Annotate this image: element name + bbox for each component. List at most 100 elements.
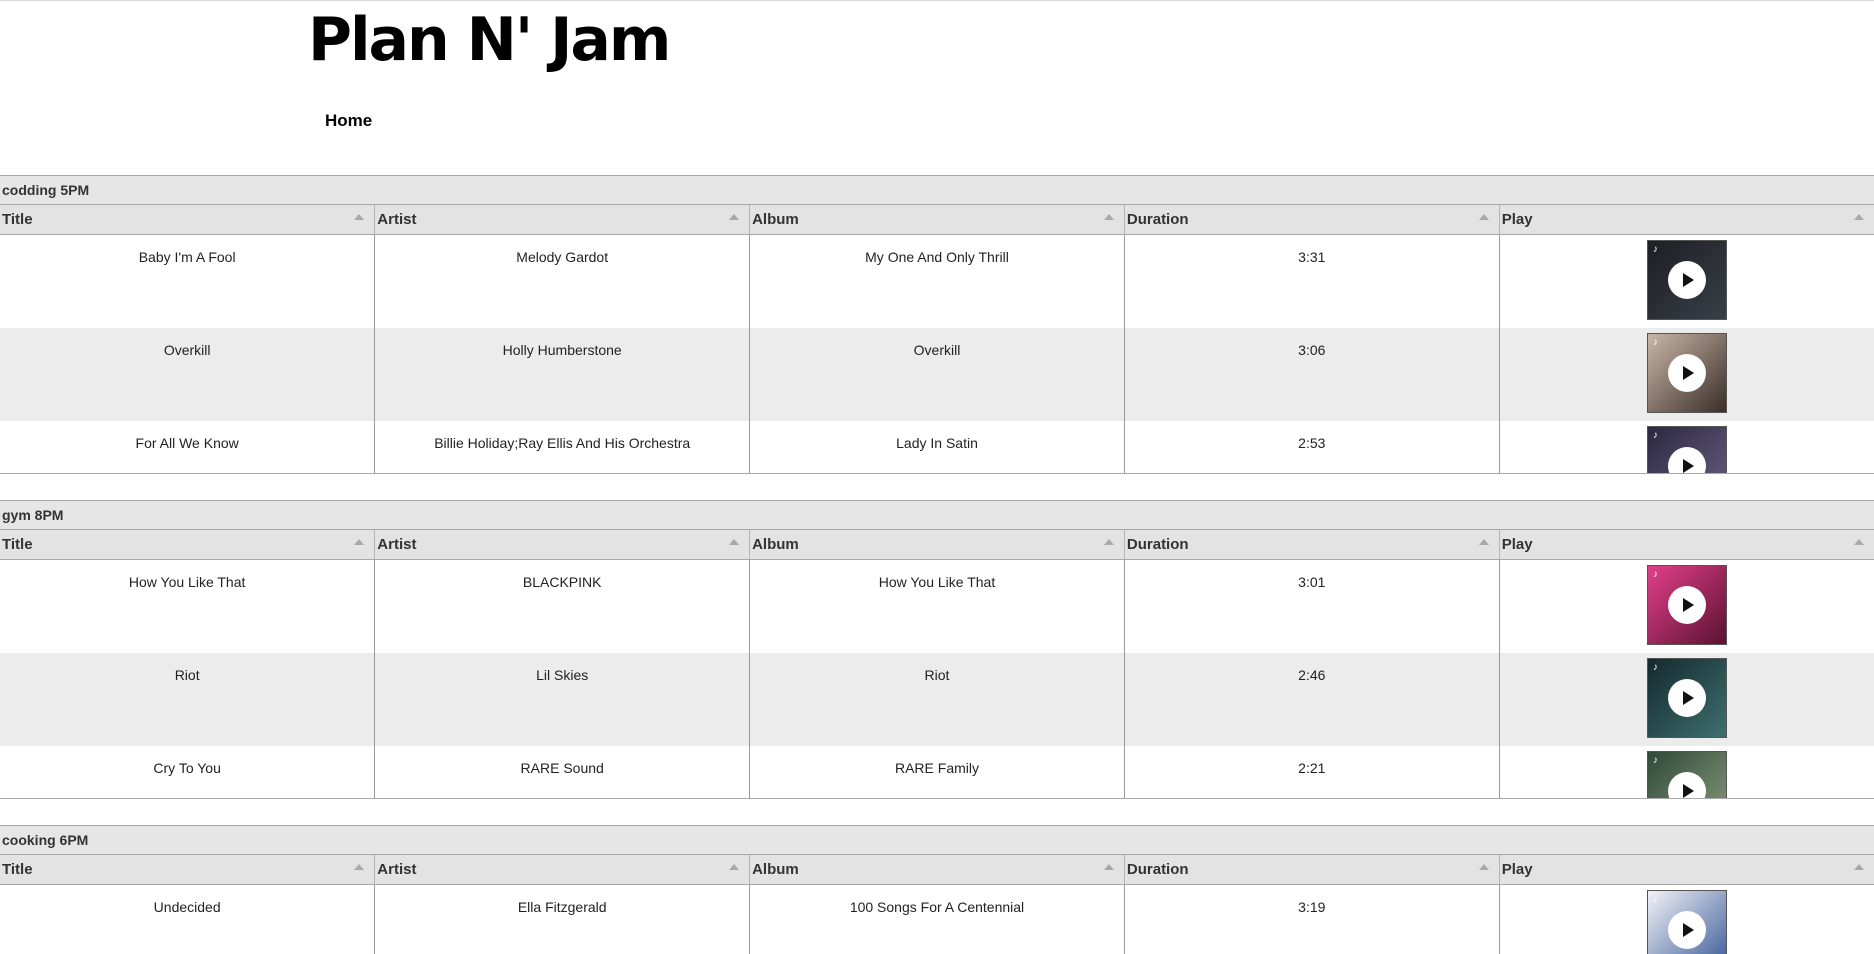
track-play-cell: ♪	[1499, 328, 1874, 421]
track-album: 100 Songs For A Centennial	[750, 885, 1125, 954]
column-header-label: Play	[1502, 861, 1533, 878]
sort-ascending-icon[interactable]	[354, 539, 364, 545]
sort-ascending-icon[interactable]	[729, 864, 739, 870]
play-icon[interactable]	[1668, 679, 1706, 717]
track-title: For All We Know	[0, 421, 375, 475]
sort-ascending-icon[interactable]	[1479, 864, 1489, 870]
column-header-artist[interactable]: Artist	[375, 855, 750, 885]
column-header-album[interactable]: Album	[750, 530, 1125, 560]
playlist-section: codding 5PMTitleArtist Album Duration Play B…	[0, 175, 1874, 474]
column-header-label: Title	[2, 536, 33, 553]
playlist-name: codding 5PM	[0, 175, 1874, 204]
column-header-label: Artist	[377, 536, 416, 553]
column-header-label: Play	[1502, 211, 1533, 228]
site-title: Plan N' Jam	[308, 2, 669, 78]
sort-ascending-icon[interactable]	[1104, 539, 1114, 545]
sort-ascending-icon[interactable]	[354, 214, 364, 220]
track-play-cell: ♪	[1499, 421, 1874, 475]
album-art-thumbnail[interactable]: ♪	[1647, 890, 1727, 954]
nav-home-link[interactable]: Home	[325, 111, 372, 131]
track-album: Lady In Satin	[750, 421, 1125, 475]
table-row: Cry To YouRARE SoundRARE Family2:21♪	[0, 746, 1874, 800]
table-row: OverkillHolly HumberstoneOverkill3:06♪	[0, 328, 1874, 421]
music-note-icon: ♪	[1653, 894, 1658, 905]
sort-ascending-icon[interactable]	[729, 539, 739, 545]
track-title: Cry To You	[0, 746, 375, 800]
music-note-icon: ♪	[1653, 337, 1658, 348]
column-header-duration[interactable]: Duration	[1124, 855, 1499, 885]
column-header-album[interactable]: Album	[750, 205, 1125, 235]
music-note-icon: ♪	[1653, 755, 1658, 766]
album-art-thumbnail[interactable]: ♪	[1647, 426, 1727, 475]
column-header-label: Album	[752, 536, 799, 553]
column-header-title[interactable]: Title	[0, 855, 375, 885]
column-header-label: Play	[1502, 536, 1533, 553]
track-album: Riot	[750, 653, 1125, 746]
track-title: Undecided	[0, 885, 375, 954]
table-header-row: Title Artist Album Duration Play	[0, 855, 1874, 885]
play-icon[interactable]	[1668, 911, 1706, 949]
track-artist: Ella Fitzgerald	[375, 885, 750, 954]
column-header-artist[interactable]: Artist	[375, 530, 750, 560]
playlist-name: cooking 6PM	[0, 825, 1874, 854]
tracks-table: Title Artist Album Duration Play How You Like…	[0, 529, 1874, 799]
playlist-table-viewport[interactable]: TitleArtist Album Duration Play Baby I'm A F…	[0, 204, 1874, 474]
column-header-album[interactable]: Album	[750, 855, 1125, 885]
sort-ascending-icon[interactable]	[1104, 214, 1114, 220]
playlist-table-viewport[interactable]: Title Artist Album Duration Play How You Like…	[0, 529, 1874, 799]
track-artist: RARE Sound	[375, 746, 750, 800]
column-header-title[interactable]: Title	[0, 530, 375, 560]
track-title: Overkill	[0, 328, 375, 421]
sort-ascending-icon[interactable]	[1854, 214, 1864, 220]
tracks-table: Title Artist Album Duration Play UndecidedEll…	[0, 854, 1874, 954]
track-artist: Holly Humberstone	[375, 328, 750, 421]
sort-ascending-icon[interactable]	[1104, 864, 1114, 870]
album-art-thumbnail[interactable]: ♪	[1647, 751, 1727, 800]
column-header-label: Duration	[1127, 211, 1189, 228]
play-icon[interactable]	[1668, 586, 1706, 624]
track-play-cell: ♪	[1499, 653, 1874, 746]
sort-ascending-icon[interactable]	[729, 214, 739, 220]
sort-ascending-icon[interactable]	[1854, 864, 1864, 870]
table-row: How You Like ThatBLACKPINKHow You Like T…	[0, 560, 1874, 653]
music-note-icon: ♪	[1653, 244, 1658, 255]
table-row: RiotLil SkiesRiot2:46♪	[0, 653, 1874, 746]
play-icon[interactable]	[1668, 354, 1706, 392]
track-title: How You Like That	[0, 560, 375, 653]
track-album: RARE Family	[750, 746, 1125, 800]
column-header-duration[interactable]: Duration	[1124, 205, 1499, 235]
music-note-icon: ♪	[1653, 430, 1658, 441]
column-header-duration[interactable]: Duration	[1124, 530, 1499, 560]
sort-ascending-icon[interactable]	[1479, 214, 1489, 220]
album-art-thumbnail[interactable]: ♪	[1647, 240, 1727, 320]
column-header-play[interactable]: Play	[1499, 530, 1874, 560]
sort-ascending-icon[interactable]	[1854, 539, 1864, 545]
column-header-artist[interactable]: Artist	[375, 205, 750, 235]
track-duration: 3:31	[1124, 235, 1499, 328]
play-icon[interactable]	[1668, 261, 1706, 299]
column-header-title[interactable]: Title	[0, 205, 375, 235]
column-header-label: Duration	[1127, 536, 1189, 553]
table-header-row: TitleArtist Album Duration Play	[0, 205, 1874, 235]
track-title: Baby I'm A Fool	[0, 235, 375, 328]
column-header-play[interactable]: Play	[1499, 205, 1874, 235]
sort-ascending-icon[interactable]	[354, 864, 364, 870]
album-art-thumbnail[interactable]: ♪	[1647, 333, 1727, 413]
album-art-thumbnail[interactable]: ♪	[1647, 565, 1727, 645]
column-header-label: Artist	[377, 211, 416, 228]
track-artist: Melody Gardot	[375, 235, 750, 328]
sort-ascending-icon[interactable]	[1479, 539, 1489, 545]
album-art-thumbnail[interactable]: ♪	[1647, 658, 1727, 738]
track-duration: 2:46	[1124, 653, 1499, 746]
playlist-section: gym 8PMTitleArtistAlbumDurationPlayHow Y…	[0, 500, 1874, 799]
column-header-play[interactable]: Play	[1499, 855, 1874, 885]
track-album: Overkill	[750, 328, 1125, 421]
column-header-label: Artist	[377, 861, 416, 878]
column-header-label: Album	[752, 861, 799, 878]
column-header-label: Duration	[1127, 861, 1189, 878]
playlist-table-viewport[interactable]: Title Artist Album Duration Play UndecidedEll…	[0, 854, 1874, 954]
track-play-cell: ♪	[1499, 885, 1874, 954]
column-header-label: Album	[752, 211, 799, 228]
music-note-icon: ♪	[1653, 662, 1658, 673]
column-header-label: Title	[2, 861, 33, 878]
